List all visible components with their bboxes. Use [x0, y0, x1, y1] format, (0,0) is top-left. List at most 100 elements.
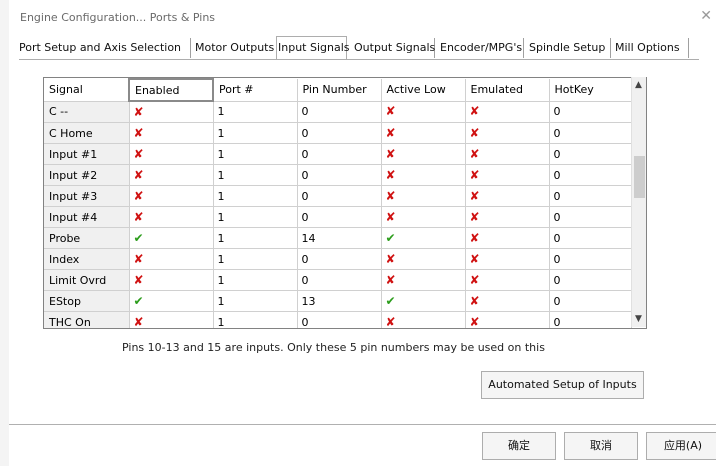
cell-port[interactable]: 1	[213, 143, 298, 165]
red-x-icon[interactable]: ✘	[470, 189, 480, 203]
red-x-icon[interactable]: ✘	[470, 231, 480, 245]
green-check-icon[interactable]: ✔	[134, 231, 144, 245]
tab-spindle-setup[interactable]: Spindle Setup	[528, 38, 611, 58]
cell-emulated[interactable]: ✘	[465, 122, 550, 144]
red-x-icon[interactable]: ✘	[134, 315, 144, 329]
green-check-icon[interactable]: ✔	[134, 294, 144, 308]
green-check-icon[interactable]: ✔	[386, 231, 396, 245]
cell-pin[interactable]: 0	[297, 164, 382, 186]
tab-input-signals[interactable]: Input Signals	[276, 36, 350, 59]
col-header-hotkey[interactable]: HotKey	[549, 79, 632, 102]
scroll-down-icon[interactable]: ▼	[635, 314, 642, 324]
cell-pin[interactable]: 13	[297, 290, 382, 312]
cell-active-low[interactable]: ✘	[381, 122, 466, 144]
table-row[interactable]: THC On ✘ 1 0 ✘ ✘ 0	[44, 311, 632, 329]
cell-pin[interactable]: 0	[297, 122, 382, 144]
red-x-icon[interactable]: ✘	[386, 315, 396, 329]
automated-setup-button[interactable]: Automated Setup of Inputs	[481, 371, 644, 399]
red-x-icon[interactable]: ✘	[134, 126, 144, 140]
cell-port[interactable]: 1	[213, 269, 298, 291]
cell-port[interactable]: 1	[213, 290, 298, 312]
row-header-signal[interactable]: Input #3	[44, 185, 130, 207]
table-row[interactable]: Input #4 ✘ 1 0 ✘ ✘ 0	[44, 206, 632, 228]
col-header-signal[interactable]: Signal	[44, 79, 130, 102]
cell-active-low[interactable]: ✘	[381, 311, 466, 329]
cell-active-low[interactable]: ✘	[381, 185, 466, 207]
cell-active-low[interactable]: ✘	[381, 206, 466, 228]
ok-button[interactable]: 确定	[482, 432, 556, 460]
col-header-active-low[interactable]: Active Low	[381, 79, 466, 102]
red-x-icon[interactable]: ✘	[470, 294, 480, 308]
red-x-icon[interactable]: ✘	[134, 273, 144, 287]
red-x-icon[interactable]: ✘	[134, 210, 144, 224]
red-x-icon[interactable]: ✘	[470, 104, 480, 118]
red-x-icon[interactable]: ✘	[386, 273, 396, 287]
grid-vertical-scrollbar[interactable]: ▲ ▼	[631, 77, 646, 327]
cell-port[interactable]: 1	[213, 206, 298, 228]
cell-hotkey[interactable]: 0	[549, 290, 632, 312]
table-row[interactable]: C Home ✘ 1 0 ✘ ✘ 0	[44, 122, 632, 144]
cell-active-low[interactable]: ✔	[381, 290, 466, 312]
cell-pin[interactable]: 0	[297, 311, 382, 328]
table-row[interactable]: C -- ✘ 1 0 ✘ ✘ 0	[44, 101, 632, 123]
cell-emulated[interactable]: ✘	[465, 311, 550, 329]
tab-motor-outputs[interactable]: Motor Outputs	[194, 38, 281, 58]
cell-hotkey[interactable]: 0	[549, 101, 632, 123]
cell-hotkey[interactable]: 0	[549, 185, 632, 207]
cell-active-low[interactable]: ✔	[381, 227, 466, 249]
cell-hotkey[interactable]: 0	[549, 269, 632, 291]
cell-active-low[interactable]: ✘	[381, 101, 466, 123]
cell-emulated[interactable]: ✘	[465, 185, 550, 207]
cell-port[interactable]: 1	[213, 122, 298, 144]
apply-button[interactable]: 应用(A)	[646, 432, 716, 460]
red-x-icon[interactable]: ✘	[470, 126, 480, 140]
cell-pin[interactable]: 14	[297, 227, 382, 249]
red-x-icon[interactable]: ✘	[386, 147, 396, 161]
cell-enabled[interactable]: ✘	[129, 122, 214, 144]
cell-hotkey[interactable]: 0	[549, 227, 632, 249]
cell-emulated[interactable]: ✘	[465, 206, 550, 228]
red-x-icon[interactable]: ✘	[470, 252, 480, 266]
cell-pin[interactable]: 0	[297, 248, 382, 270]
cell-emulated[interactable]: ✘	[465, 227, 550, 249]
table-row[interactable]: Probe ✔ 1 14 ✔ ✘ 0	[44, 227, 632, 249]
input-signals-grid[interactable]: Signal Enabled Port # Pin Number Active …	[43, 77, 647, 329]
cancel-button[interactable]: 取消	[564, 432, 638, 460]
cell-emulated[interactable]: ✘	[465, 143, 550, 165]
red-x-icon[interactable]: ✘	[470, 168, 480, 182]
close-icon[interactable]: ✕	[700, 8, 712, 24]
row-header-signal[interactable]: Probe	[44, 227, 130, 249]
cell-active-low[interactable]: ✘	[381, 248, 466, 270]
tab-port-setup[interactable]: Port Setup and Axis Selection	[18, 38, 191, 58]
scroll-up-icon[interactable]: ▲	[635, 80, 642, 90]
cell-emulated[interactable]: ✘	[465, 248, 550, 270]
cell-hotkey[interactable]: 0	[549, 311, 632, 328]
cell-enabled[interactable]: ✘	[129, 143, 214, 165]
scroll-thumb[interactable]	[634, 156, 645, 198]
cell-emulated[interactable]: ✘	[465, 269, 550, 291]
cell-enabled[interactable]: ✔	[129, 227, 214, 249]
col-header-pin-number[interactable]: Pin Number	[297, 79, 382, 102]
cell-pin[interactable]: 0	[297, 101, 382, 123]
red-x-icon[interactable]: ✘	[470, 147, 480, 161]
cell-active-low[interactable]: ✘	[381, 143, 466, 165]
cell-port[interactable]: 1	[213, 164, 298, 186]
cell-pin[interactable]: 0	[297, 185, 382, 207]
cell-enabled[interactable]: ✘	[129, 185, 214, 207]
red-x-icon[interactable]: ✘	[134, 147, 144, 161]
red-x-icon[interactable]: ✘	[134, 168, 144, 182]
row-header-signal[interactable]: EStop	[44, 290, 130, 312]
cell-port[interactable]: 1	[213, 185, 298, 207]
cell-emulated[interactable]: ✘	[465, 290, 550, 312]
cell-pin[interactable]: 0	[297, 206, 382, 228]
red-x-icon[interactable]: ✘	[134, 252, 144, 266]
cell-hotkey[interactable]: 0	[549, 248, 632, 270]
green-check-icon[interactable]: ✔	[386, 294, 396, 308]
red-x-icon[interactable]: ✘	[470, 210, 480, 224]
cell-emulated[interactable]: ✘	[465, 101, 550, 123]
red-x-icon[interactable]: ✘	[134, 189, 144, 203]
col-header-emulated[interactable]: Emulated	[465, 79, 550, 102]
cell-port[interactable]: 1	[213, 248, 298, 270]
tab-mill-options[interactable]: Mill Options	[614, 38, 689, 58]
red-x-icon[interactable]: ✘	[470, 315, 480, 329]
